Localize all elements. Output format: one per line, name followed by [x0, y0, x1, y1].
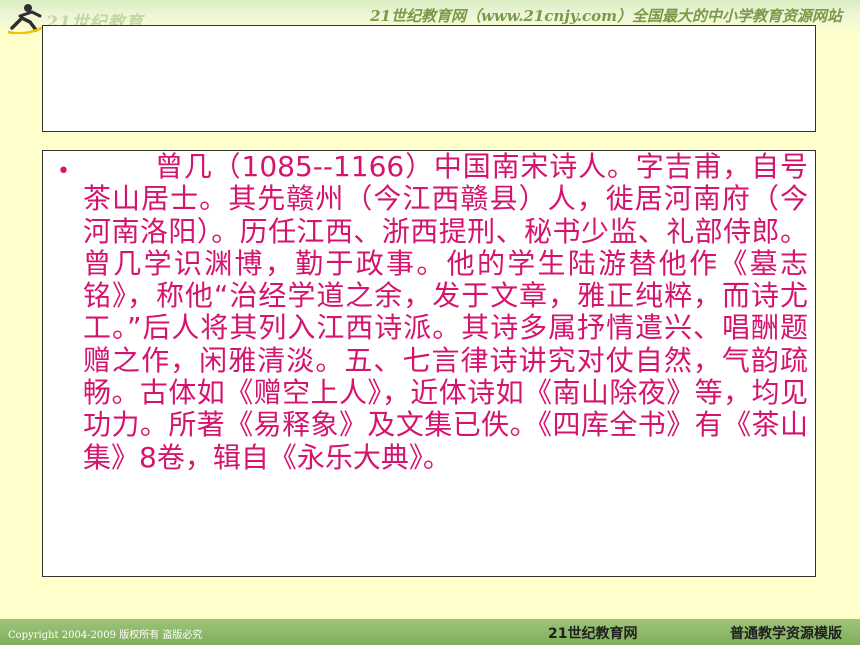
running-figure-icon: [7, 4, 43, 35]
footer-brand: 21世纪教育网: [548, 626, 638, 642]
footer-bar: Copyright 2004-2009 版权所有 盗版必究 21世纪教育网 普通…: [0, 619, 860, 645]
slide-title-box[interactable]: [42, 25, 816, 132]
bullet-marker: •: [57, 159, 70, 184]
copyright-text: Copyright 2004-2009 版权所有 盗版必究: [8, 630, 203, 641]
footer-subtitle: 普通教学资源模版: [730, 626, 842, 642]
slide-content-box[interactable]: • 曾几（1085--1166）中国南宋诗人。字吉甫，自号茶山居士。其先赣州（今…: [42, 150, 816, 577]
poet-biography-paragraph: 曾几（1085--1166）中国南宋诗人。字吉甫，自号茶山居士。其先赣州（今江西…: [83, 150, 808, 474]
header-slogan: 21世纪教育网（www.21cnjy.com）全国最大的中小学教育资源网站: [370, 7, 842, 25]
